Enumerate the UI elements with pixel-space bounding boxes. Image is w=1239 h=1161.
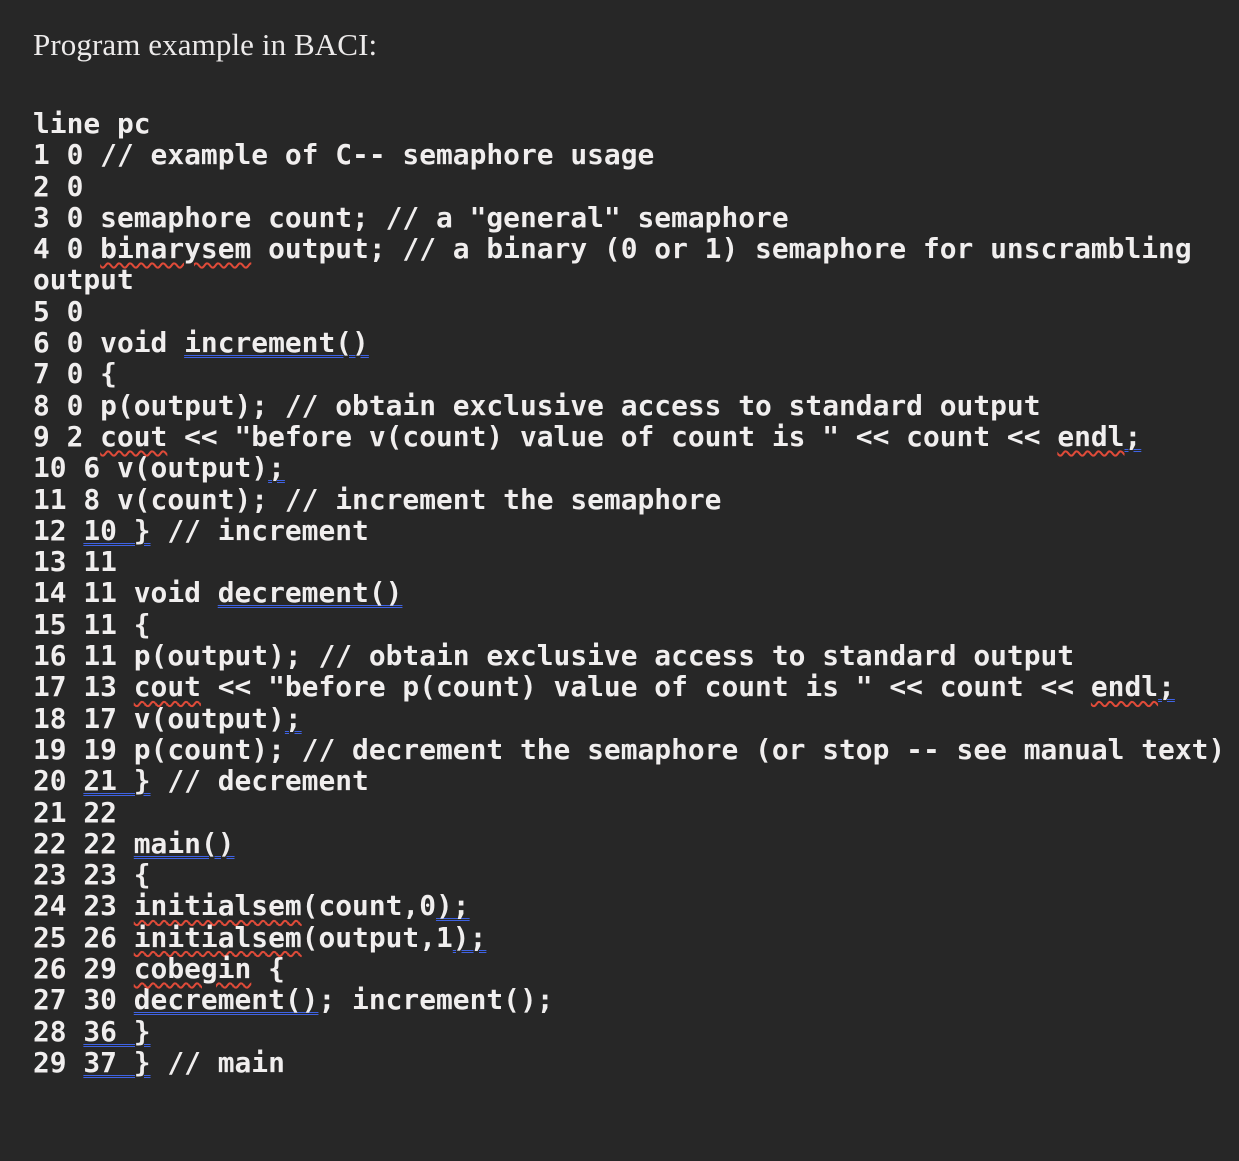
code-text: << "before p(count) value of count is " … bbox=[200, 670, 1091, 704]
code-text: // main bbox=[150, 1045, 285, 1079]
code-line: line pc bbox=[33, 108, 1233, 139]
grammar-error-mark: increment() bbox=[184, 326, 369, 360]
grammar-error-mark: 36 } bbox=[83, 1014, 151, 1048]
code-line: 20 21 } // decrement bbox=[33, 765, 1233, 796]
code-text: (count,0 bbox=[301, 889, 437, 923]
code-line: 22 22 main() bbox=[33, 828, 1233, 859]
code-line: 26 29 cobegin { bbox=[33, 953, 1233, 984]
code-text: 12 bbox=[33, 513, 84, 547]
code-line: 21 22 bbox=[33, 795, 1233, 829]
code-text: 13 11 bbox=[33, 545, 117, 579]
code-text: 2 0 bbox=[33, 169, 84, 203]
code-line: 10 6 v(output); bbox=[33, 452, 1233, 483]
code-text: 19 19 p(count); // decrement the semapho… bbox=[33, 732, 1226, 766]
code-line: 1 0 // example of C-- semaphore usage bbox=[33, 139, 1233, 170]
code-line: 14 11 void decrement() bbox=[33, 577, 1233, 608]
code-text: 22 22 bbox=[33, 826, 134, 860]
code-line: 15 11 { bbox=[33, 609, 1233, 640]
grammar-error-mark: ; bbox=[1158, 670, 1175, 704]
spelling-error-mark: cobegin bbox=[133, 952, 252, 986]
code-text: 18 17 v(output) bbox=[33, 701, 285, 735]
code-text: 11 8 v(count); // increment the semaphor… bbox=[33, 482, 722, 516]
code-line: 13 11 bbox=[33, 546, 1233, 577]
code-text: 17 13 bbox=[33, 670, 134, 704]
code-line: 29 37 } // main bbox=[33, 1047, 1233, 1078]
spelling-error-mark: initialsem bbox=[133, 920, 302, 954]
code-line: 18 17 v(output); bbox=[33, 701, 1233, 735]
code-text: ; increment(); bbox=[318, 983, 554, 1017]
code-text: 15 11 { bbox=[33, 607, 151, 641]
code-text: 26 29 bbox=[33, 952, 134, 986]
code-text: 29 bbox=[33, 1045, 84, 1079]
code-text: 28 bbox=[33, 1014, 84, 1048]
spelling-error-mark: endl bbox=[1090, 670, 1159, 704]
code-text: 6 0 void bbox=[33, 326, 185, 360]
spelling-error-mark: initialsem bbox=[133, 889, 302, 923]
code-text: 16 11 p(output); // obtain exclusive acc… bbox=[33, 639, 1075, 673]
code-text: 14 11 void bbox=[33, 576, 218, 610]
code-line: 9 2 cout << "before v(count) value of co… bbox=[33, 421, 1233, 452]
code-line: 27 30 decrement(); increment(); bbox=[33, 984, 1233, 1015]
code-line: 3 0 semaphore count; // a "general" sema… bbox=[33, 202, 1233, 233]
code-text: 9 2 bbox=[33, 419, 101, 453]
code-line: 17 13 cout << "before p(count) value of … bbox=[33, 671, 1233, 702]
code-line: 11 8 v(count); // increment the semaphor… bbox=[33, 482, 1233, 516]
code-line: 5 0 bbox=[33, 296, 1233, 327]
grammar-error-mark: ; bbox=[1124, 419, 1142, 453]
code-text: << "before v(count) value of count is " … bbox=[167, 419, 1058, 453]
code-text: 7 0 { bbox=[33, 357, 117, 391]
document-page: Program example in BACI: line pc 1 0 // e… bbox=[0, 0, 1239, 1161]
code-line: 24 23 initialsem(count,0); bbox=[33, 890, 1233, 921]
code-text: 1 0 // example of C-- semaphore usage bbox=[33, 138, 655, 172]
code-text: 25 26 bbox=[33, 920, 134, 954]
grammar-error-mark: decrement() bbox=[133, 983, 319, 1017]
code-text: line pc bbox=[33, 107, 151, 140]
grammar-error-mark: 10 } bbox=[83, 513, 151, 547]
code-text: 4 0 bbox=[33, 232, 101, 266]
code-text: // decrement bbox=[150, 764, 369, 798]
code-text: 20 bbox=[33, 764, 84, 798]
grammar-error-mark: ); bbox=[436, 889, 470, 923]
spelling-error-mark: endl bbox=[1057, 419, 1125, 453]
spelling-error-mark: binarysem bbox=[100, 232, 252, 266]
grammar-error-mark: decrement() bbox=[217, 576, 403, 610]
code-line: 2 0 bbox=[33, 169, 1233, 203]
grammar-error-mark: ; bbox=[268, 451, 285, 485]
spelling-error-mark: cout bbox=[133, 670, 201, 704]
code-text: 24 23 bbox=[33, 889, 134, 923]
code-line: 16 11 p(output); // obtain exclusive acc… bbox=[33, 640, 1233, 671]
code-text: 10 6 v(output) bbox=[33, 451, 269, 485]
code-text: 21 22 bbox=[33, 795, 117, 829]
code-text: // increment bbox=[150, 513, 369, 547]
page-title: Program example in BACI: bbox=[33, 27, 378, 62]
code-line: 19 19 p(count); // decrement the semapho… bbox=[33, 734, 1233, 765]
code-text: 23 23 { bbox=[33, 858, 151, 892]
code-text: 27 30 bbox=[33, 983, 134, 1017]
grammar-error-mark: ; bbox=[284, 701, 302, 735]
code-listing: line pc 1 0 // example of C-- semaphore u… bbox=[33, 108, 1233, 1078]
code-line: 25 26 initialsem(output,1); bbox=[33, 922, 1233, 953]
code-line: 8 0 p(output); // obtain exclusive acces… bbox=[33, 390, 1233, 421]
code-line: 6 0 void increment() bbox=[33, 327, 1233, 358]
grammar-error-mark: ); bbox=[452, 920, 487, 954]
code-line: 28 36 } bbox=[33, 1014, 1233, 1048]
code-text: 3 0 semaphore count; // a "general" sema… bbox=[33, 200, 789, 234]
grammar-error-mark: main() bbox=[133, 826, 235, 860]
code-text: (output,1 bbox=[301, 920, 453, 954]
code-text: 5 0 bbox=[33, 294, 84, 328]
code-text: 8 0 p(output); // obtain exclusive acces… bbox=[33, 388, 1041, 422]
code-text: { bbox=[251, 952, 285, 986]
code-line: 23 23 { bbox=[33, 859, 1233, 890]
spelling-error-mark: cout bbox=[100, 419, 168, 453]
grammar-error-mark: 21 } bbox=[83, 764, 151, 798]
grammar-error-mark: 37 } bbox=[83, 1045, 151, 1079]
code-line: 12 10 } // increment bbox=[33, 515, 1233, 546]
code-line: 4 0 binarysem output; // a binary (0 or … bbox=[33, 233, 1233, 296]
code-line: 7 0 { bbox=[33, 358, 1233, 389]
